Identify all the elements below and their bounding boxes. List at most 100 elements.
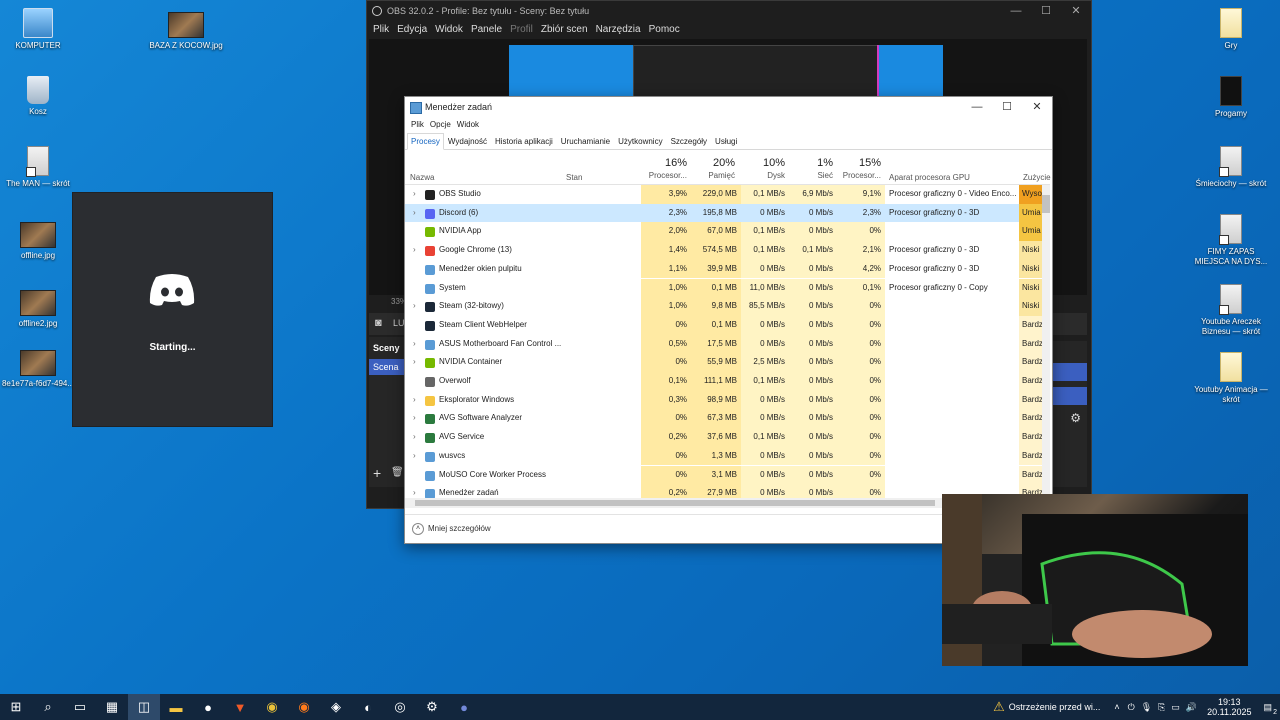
chevron-up-icon[interactable]: ˄ bbox=[1114, 702, 1119, 712]
obs-menu-plik[interactable]: Plik bbox=[373, 21, 389, 39]
tab-uruchamianie[interactable]: Uruchamianie bbox=[557, 133, 614, 149]
tab-uslugi[interactable]: Usługi bbox=[711, 133, 741, 149]
table-row[interactable]: › AVG Service 0,2% 37,6 MB 0,1 MB/s 0 Mb/s 0% B… bbox=[405, 428, 1045, 447]
app-icon[interactable]: ● bbox=[192, 694, 224, 720]
volume-icon[interactable]: 🔊 bbox=[1186, 702, 1197, 713]
table-row[interactable]: MoUSO Core Worker Process 0% 3,1 MB 0 MB/s 0… bbox=[405, 465, 1045, 485]
obs-scene-item[interactable]: Scena bbox=[369, 359, 405, 375]
camera-icon[interactable]: ◙ bbox=[375, 317, 382, 329]
table-row[interactable]: › Steam (32-bitowy) 1,0% 9,8 MB 85,5 MB/s 0 M… bbox=[405, 297, 1045, 316]
col-header-power[interactable]: Zużycie bbox=[1023, 171, 1051, 182]
obs-menu-narzedzia[interactable]: Narzędzia bbox=[596, 21, 641, 39]
col-header-status[interactable]: Stan bbox=[566, 171, 582, 182]
table-row[interactable]: › Discord (6) 2,3% 195,8 MB 0 MB/s 0 Mb/s 2,3%… bbox=[405, 203, 1045, 223]
obs-taskbar-icon[interactable]: ◎ bbox=[384, 694, 416, 720]
minimize-icon[interactable]: — bbox=[962, 97, 992, 117]
col-header-gpu-engine[interactable]: Aparat procesora GPU bbox=[889, 171, 970, 182]
table-row[interactable]: › Eksplorator Windows 0,3% 98,9 MB 0 MB/s 0 M… bbox=[405, 390, 1045, 410]
desktop-icon-komputer[interactable]: KOMPUTER bbox=[0, 8, 76, 51]
table-row[interactable]: › OBS Studio 3,9% 229,0 MB 0,1 MB/s 6,9 Mb/s 9… bbox=[405, 185, 1045, 204]
microphone-icon[interactable]: 🎙 bbox=[1141, 702, 1152, 713]
desktop-icon-youtuby[interactable]: Youtuby Animacja — skrót bbox=[1193, 352, 1269, 405]
chevron-right-icon[interactable]: › bbox=[413, 185, 416, 204]
chevron-up-icon[interactable]: ˄ bbox=[412, 523, 424, 535]
firefox-icon[interactable]: ◉ bbox=[288, 694, 320, 720]
chevron-right-icon[interactable]: › bbox=[413, 428, 416, 447]
table-row[interactable]: System 1,0% 0,1 MB 11,0 MB/s 0 Mb/s 0,1% Proce… bbox=[405, 278, 1045, 298]
less-details-link[interactable]: Mniej szczegółów bbox=[428, 515, 491, 543]
table-row[interactable]: › wusvcs 0% 1,3 MB 0 MB/s 0 Mb/s 0% Bardz bbox=[405, 446, 1045, 466]
tm-menu-plik[interactable]: Plik bbox=[411, 117, 424, 133]
brave-icon[interactable]: ▼ bbox=[224, 694, 256, 720]
obs-control-button[interactable] bbox=[1051, 363, 1087, 381]
tm-scrollbar[interactable] bbox=[1042, 185, 1050, 496]
col-header-name[interactable]: Nazwa bbox=[410, 171, 434, 182]
desktop-icon-smieciochy[interactable]: Śmieciochy — skrót bbox=[1193, 146, 1269, 189]
chevron-right-icon[interactable]: › bbox=[413, 447, 416, 466]
desktop-icon-image[interactable]: 8e1e77a-f6d7-494... bbox=[0, 350, 76, 389]
col-header-mem[interactable]: 20% Pamięć bbox=[689, 157, 735, 180]
chevron-right-icon[interactable]: › bbox=[413, 353, 416, 372]
delete-scene-icon[interactable]: 🗑 bbox=[391, 467, 404, 478]
tab-historia[interactable]: Historia aplikacji bbox=[491, 133, 557, 149]
close-icon[interactable]: ✕ bbox=[1061, 1, 1091, 21]
table-row[interactable]: Steam Client WebHelper 0% 0,1 MB 0 MB/s 0 Mb… bbox=[405, 315, 1045, 335]
desktop-icon-progamy[interactable]: Progamy bbox=[1193, 76, 1269, 119]
task-manager-window[interactable]: Menedżer zadań — ☐ ✕ Plik Opcje Widok Pr… bbox=[404, 96, 1053, 544]
steam-icon[interactable]: ◐ bbox=[352, 694, 384, 720]
chevron-right-icon[interactable]: › bbox=[413, 241, 416, 260]
obs-menu-pomoc[interactable]: Pomoc bbox=[649, 21, 680, 39]
desktop-icon-the-man[interactable]: The MAN — skrót bbox=[0, 146, 76, 189]
maximize-icon[interactable]: ☐ bbox=[1031, 1, 1061, 21]
notifications-icon[interactable]: ▤ 2 bbox=[1263, 702, 1277, 716]
warning-icon[interactable]: ⚠ bbox=[993, 699, 1005, 715]
desktop-icon-gry[interactable]: Gry bbox=[1193, 8, 1269, 51]
table-row[interactable]: NVIDIA App 2,0% 67,0 MB 0,1 MB/s 0 Mb/s 0% Umi… bbox=[405, 222, 1045, 242]
col-header-disk[interactable]: 10% Dysk bbox=[739, 157, 785, 180]
clock[interactable]: 19:13 20.11.2025 bbox=[1207, 697, 1251, 717]
close-icon[interactable]: ✕ bbox=[1022, 97, 1052, 117]
col-header-net[interactable]: 1% Sieć bbox=[787, 157, 833, 180]
desktop-icon-baza[interactable]: BAZA Z KOCOW.jpg bbox=[148, 12, 224, 51]
tab-szczegoly[interactable]: Szczegóły bbox=[667, 133, 711, 149]
discord-taskbar-icon[interactable]: ● bbox=[448, 694, 480, 720]
obs-menu-profil[interactable]: Profil bbox=[510, 21, 533, 39]
network-icon[interactable]: ▭ bbox=[1171, 702, 1180, 713]
calculator-icon[interactable]: ▦ bbox=[96, 694, 128, 720]
table-row[interactable]: › AVG Software Analyzer 0% 67,3 MB 0 MB/s 0 M… bbox=[405, 409, 1045, 429]
tm-menu-opcje[interactable]: Opcje bbox=[430, 117, 451, 133]
gear-icon[interactable]: ⚙ bbox=[1051, 411, 1087, 425]
search-icon[interactable]: ⌕ bbox=[32, 694, 64, 720]
task-view-icon[interactable]: ▭ bbox=[64, 694, 96, 720]
chevron-right-icon[interactable]: › bbox=[413, 297, 416, 316]
tray-app-icon[interactable]: ⏻ bbox=[1128, 702, 1135, 713]
obs-menu-zbior-scen[interactable]: Zbiór scen bbox=[541, 21, 588, 39]
chevron-right-icon[interactable]: › bbox=[413, 391, 416, 410]
taskmgr-taskbar-icon[interactable]: ◫ bbox=[128, 694, 160, 720]
table-row[interactable]: › ASUS Motherboard Fan Control ... 0,5% 17,… bbox=[405, 334, 1045, 354]
desktop-icon-youtube-areczek[interactable]: Youtube Areczek Biznesu — skrót bbox=[1193, 284, 1269, 337]
table-row[interactable]: Overwolf 0,1% 111,1 MB 0,1 MB/s 0 Mb/s 0% Bard… bbox=[405, 372, 1045, 391]
start-icon[interactable]: ⊞ bbox=[0, 694, 32, 720]
add-scene-icon[interactable]: + bbox=[373, 465, 381, 481]
table-row[interactable]: › NVIDIA Container 0% 55,9 MB 2,5 MB/s 0 Mb/s… bbox=[405, 353, 1045, 372]
notification-text[interactable]: Ostrzeżenie przed wi... bbox=[1009, 702, 1101, 712]
obs-menu-widok[interactable]: Widok bbox=[435, 21, 463, 39]
desktop-icon-fimy[interactable]: FIMY ZAPAS MIEJSCA NA DYS... bbox=[1193, 214, 1269, 267]
file-explorer-icon[interactable]: ▬ bbox=[160, 694, 192, 720]
tab-uzytkownicy[interactable]: Użytkownicy bbox=[614, 133, 666, 149]
desktop-icon-offline2[interactable]: offline2.jpg bbox=[0, 290, 76, 329]
chevron-right-icon[interactable]: › bbox=[413, 204, 416, 223]
usb-icon[interactable]: ⎘ bbox=[1158, 702, 1165, 713]
maximize-icon[interactable]: ☐ bbox=[992, 97, 1022, 117]
tab-wydajnosc[interactable]: Wydajność bbox=[444, 133, 491, 149]
table-row[interactable]: Menedżer okien pulpitu 1,1% 39,9 MB 0 MB/s 0… bbox=[405, 259, 1045, 279]
col-header-gpu[interactable]: 15% Procesor... bbox=[835, 157, 881, 180]
chevron-right-icon[interactable]: › bbox=[413, 409, 416, 428]
tab-procesy[interactable]: Procesy bbox=[407, 133, 444, 150]
gear-icon[interactable]: ⚙ bbox=[416, 694, 448, 720]
shield-icon[interactable]: ◈ bbox=[320, 694, 352, 720]
obs-menu-edycja[interactable]: Edycja bbox=[397, 21, 427, 39]
chevron-right-icon[interactable]: › bbox=[413, 335, 416, 354]
table-row[interactable]: › Google Chrome (13) 1,4% 574,5 MB 0,1 MB/s 0… bbox=[405, 241, 1045, 260]
